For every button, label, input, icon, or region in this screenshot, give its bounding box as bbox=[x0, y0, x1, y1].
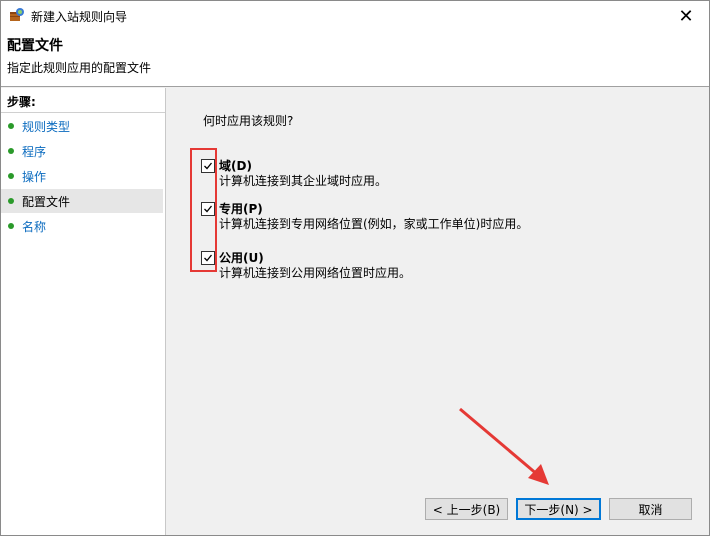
next-button[interactable]: 下一步(N) > bbox=[516, 498, 601, 520]
wizard-window: 新建入站规则向导 ✕ 配置文件 指定此规则应用的配置文件 步骤: 规则类型 程序… bbox=[0, 0, 710, 536]
back-button[interactable]: < 上一步(B) bbox=[425, 498, 508, 520]
annotation-arrow bbox=[459, 407, 549, 485]
cancel-button[interactable]: 取消 bbox=[609, 498, 692, 520]
